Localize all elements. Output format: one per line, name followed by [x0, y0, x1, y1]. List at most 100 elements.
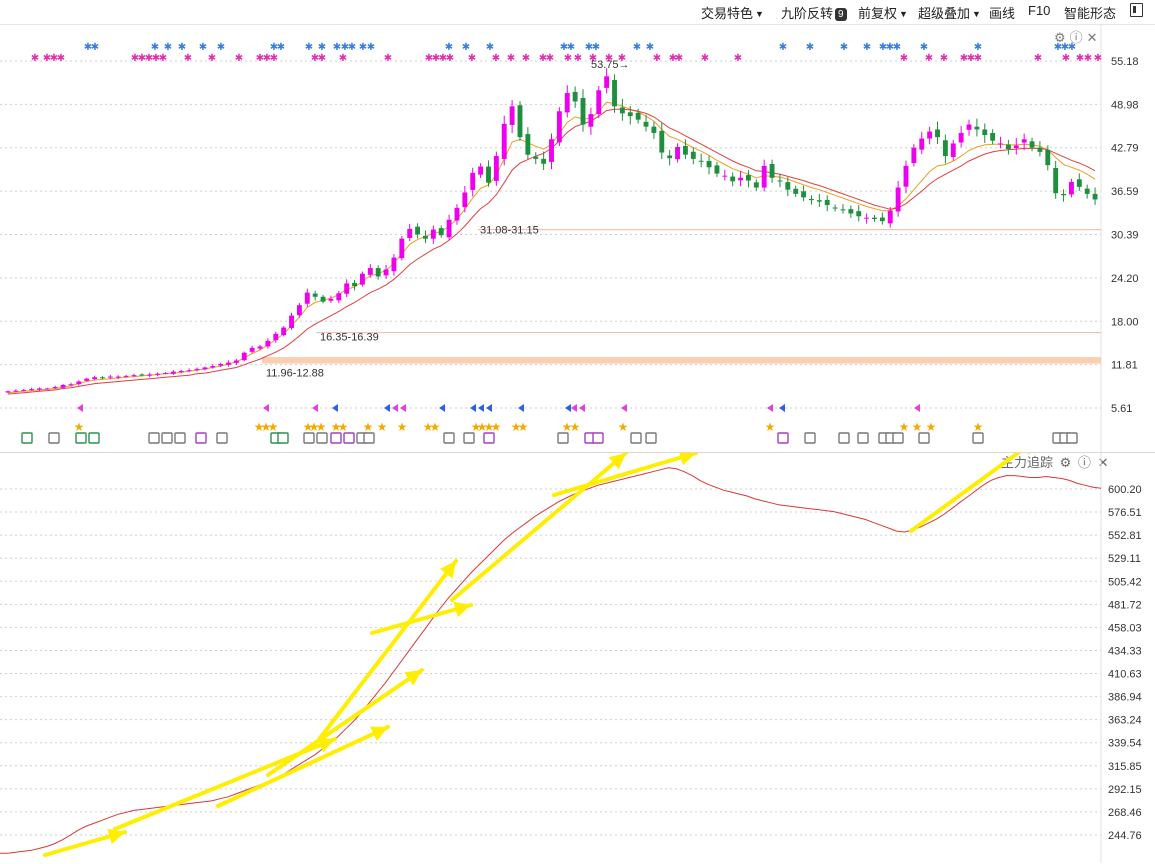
signal-star-icon: ✱	[974, 42, 982, 53]
signal-star-icon: ✱	[633, 42, 641, 53]
signal-star-icon: ✱	[701, 53, 709, 64]
candle-body	[123, 375, 129, 377]
adjust-menu[interactable]: 前复权 ▼	[858, 3, 908, 22]
signal-box-icon	[592, 432, 604, 444]
signal-star-icon: ✱	[31, 53, 39, 64]
candle-body	[430, 229, 436, 239]
candlestick-chart: ✱✱ ✱ ✱ ✱ ✱ ✱ ✱✱ ✱ ✱ ✱ ✱✱ ✱ ✱ ✱ ✱ ✱ ✱✱ ✱✱ ✱ ✱ ✱ ✱ ✱ ✱ ✱✱✱ ✱ ✱ ✱✱✱✱ ✱✱…	[0, 24, 1139, 452]
caret-down-icon: ▼	[755, 9, 764, 19]
signal-box-icon	[21, 432, 33, 444]
signal-box-icon	[557, 432, 569, 444]
candle-body	[619, 107, 625, 114]
trend-arrow-head	[1027, 453, 1030, 455]
overlay-menu[interactable]: 超级叠加 ▼	[918, 3, 981, 22]
candle-body	[304, 292, 310, 304]
caret-down-icon: ▼	[972, 9, 981, 19]
candle-body	[344, 283, 350, 294]
candle-body	[1084, 188, 1090, 194]
smart-pattern-button[interactable]: 智能形态	[1064, 3, 1116, 22]
trend-arrow-line	[266, 668, 424, 777]
signal-box-icon	[174, 432, 186, 444]
candle-body	[911, 147, 917, 164]
flag-icon	[518, 404, 524, 412]
candle-body	[816, 200, 822, 202]
candle-body	[1061, 194, 1066, 196]
tracking-tick-label: 481.72	[1108, 599, 1142, 611]
candle-body	[706, 160, 712, 168]
candle-body	[556, 111, 562, 143]
candle-body	[809, 199, 814, 201]
caret-down-icon: ▼	[899, 9, 908, 19]
candle-body	[115, 376, 121, 378]
candle-body	[265, 340, 271, 347]
trend-arrow-line	[318, 559, 458, 740]
candle-body	[958, 132, 964, 143]
price-annotation: 53.75→	[591, 59, 630, 71]
signal-box-icon	[343, 432, 355, 444]
tracking-tick-label: 268.46	[1108, 807, 1142, 819]
flag-icon	[470, 404, 476, 412]
candle-body	[249, 347, 255, 352]
candle-body	[785, 182, 791, 190]
signal-star-icon: ✱	[164, 42, 172, 53]
candle-body	[722, 175, 728, 177]
signal-star-icon: ✱	[646, 42, 654, 53]
flag-icon	[332, 404, 338, 412]
tracking-tick-label: 244.76	[1108, 830, 1142, 842]
flag-icon	[767, 404, 773, 412]
tracking-axis: 600.20 576.51 552.81 529.11 505.42 481.72 458.…	[1108, 484, 1142, 842]
candle-body	[486, 166, 491, 183]
candle-body	[359, 273, 365, 285]
price-tick-label: 48.98	[1111, 99, 1139, 111]
signal-box-icon	[75, 432, 87, 444]
price-tick-label: 5.61	[1111, 403, 1132, 415]
candle-body	[5, 391, 11, 393]
signal-box-icon	[195, 432, 207, 444]
candle-body	[13, 390, 19, 392]
star-icon: ★	[973, 420, 984, 434]
signal-box-icon	[88, 432, 100, 444]
signal-box-icon	[148, 432, 160, 444]
signal-star-icon: ✱	[920, 42, 928, 53]
candle-body	[746, 175, 751, 181]
candle-body	[312, 293, 318, 297]
candle-body	[163, 373, 168, 375]
signal-box-icon	[330, 432, 342, 444]
candle-body	[935, 129, 940, 138]
signal-star-icon: ✱	[445, 42, 453, 53]
flag-icon	[486, 404, 492, 412]
signal-box-icon	[443, 432, 455, 444]
candle-body	[738, 177, 744, 181]
flag-icon	[621, 404, 627, 412]
trade-feature-menu[interactable]: 交易特色 ▼	[701, 3, 764, 22]
flag-icon	[579, 404, 585, 412]
tracking-tick-label: 600.20	[1108, 484, 1142, 496]
candle-body	[942, 140, 948, 157]
candle-body	[525, 134, 531, 155]
signal-star-icon: ✱	[900, 53, 908, 64]
trend-arrow-line	[216, 725, 390, 808]
candle-body	[990, 132, 996, 141]
candle-body	[178, 370, 184, 372]
candle-body	[998, 143, 1003, 145]
candle-body	[1053, 167, 1059, 194]
draw-button[interactable]: 画线	[989, 3, 1015, 22]
price-tick-label: 11.81	[1111, 360, 1138, 372]
tracking-tick-label: 315.85	[1108, 761, 1142, 773]
candle-body	[391, 257, 397, 272]
signal-star-icon: ✱	[1062, 53, 1070, 64]
signal-box-icon	[645, 432, 657, 444]
f10-button[interactable]: F10	[1028, 3, 1050, 18]
star-icon: ★	[618, 420, 629, 434]
signal-star-icon: ✱	[863, 42, 871, 53]
flag-icon	[312, 404, 318, 412]
price-tick-label: 42.79	[1111, 143, 1139, 155]
signal-star-icon: ✱	[592, 42, 600, 53]
nine-reversal-button[interactable]: 九阶反转 9	[781, 3, 847, 22]
signal-star-icon: ✱	[567, 42, 575, 53]
candle-body	[753, 182, 759, 188]
signal-markers: ✱✱ ✱ ✱ ✱ ✱ ✱ ✱✱ ✱ ✱ ✱ ✱✱ ✱ ✱ ✱ ✱ ✱ ✱✱ ✱✱ ✱ ✱ ✱ ✱ ✱ ✱ ✱✱✱ ✱ ✱ ✱✱✱✱ ✱✱…	[21, 42, 1102, 444]
signal-star-icon: ✱	[974, 53, 982, 64]
window-icon[interactable]	[1130, 3, 1143, 17]
candle-body	[92, 377, 98, 380]
